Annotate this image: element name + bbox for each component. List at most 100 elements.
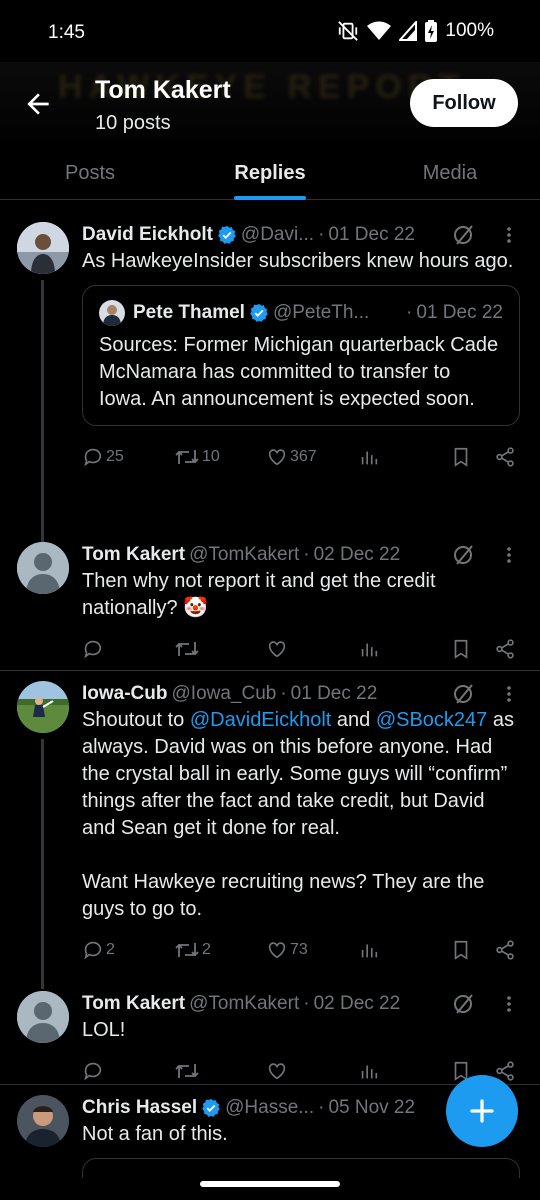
bookmark-button[interactable] [450,638,494,660]
grok-icon[interactable] [452,682,476,706]
mention-link[interactable]: @SBock247 [376,709,487,731]
views-button[interactable] [358,446,450,468]
quoted-tweet-partial[interactable] [82,1158,520,1178]
tab-posts[interactable]: Posts [0,150,180,199]
like-button[interactable]: 367 [266,446,358,468]
share-button[interactable] [494,446,516,468]
share-button[interactable] [494,638,516,660]
profile-header: HAWKEYE REPORT Tom Kakert 10 posts Follo… [0,62,540,150]
more-options-icon[interactable] [498,544,520,566]
retweet-button[interactable]: 2 [174,939,266,961]
reply-button[interactable]: 25 [82,446,174,468]
tweet-date: 02 Dec 22 [313,993,401,1014]
views-button[interactable] [358,1060,450,1082]
avatar[interactable] [17,1095,69,1147]
tweet-text: As HawkeyeInsider subscribers knew hours… [82,250,514,272]
more-options-icon[interactable] [498,993,520,1015]
reply-button[interactable]: 2 [82,939,174,961]
reply-icon [84,448,102,467]
analytics-icon [361,944,378,958]
grok-icon[interactable] [452,992,476,1016]
tweet[interactable]: Tom Kakert @TomKakert · 02 Dec 22 LOL! [0,989,540,1084]
more-options-icon[interactable] [498,683,520,705]
retweet-icon [175,450,199,464]
heart-icon [268,942,286,959]
mention-link[interactable]: @DavidEickholt [190,709,331,731]
quoted-author-handle: @PeteTh... [272,302,370,323]
author-name[interactable]: Tom Kakert [82,993,185,1015]
avatar[interactable] [17,222,69,274]
profile-name: Tom Kakert [95,76,231,104]
like-button[interactable] [266,1060,358,1082]
quoted-date: 01 Dec 22 [416,302,503,323]
avatar[interactable] [17,681,69,733]
tweet-date: 01 Dec 22 [290,683,378,704]
author-name[interactable]: Iowa-Cub [82,683,168,705]
reply-icon [84,1062,102,1081]
grok-icon[interactable] [452,543,476,567]
author-name[interactable]: Tom Kakert [82,544,185,566]
retweet-button[interactable] [174,1060,266,1082]
status-icons: 100% [337,20,494,42]
battery-percent: 100% [445,20,494,41]
views-button[interactable] [358,939,450,961]
tweet-date: 01 Dec 22 [328,224,416,245]
verified-badge-icon [218,225,236,244]
bookmark-icon [454,940,468,960]
reply-icon [84,640,102,659]
replies-feed: David Eickholt @Davi... · 01 Dec 22 As H… [0,210,540,1185]
bookmark-button[interactable] [450,939,494,961]
author-name[interactable]: David Eickholt [82,224,213,246]
author-handle: @Hasse... [225,1097,315,1118]
tab-media[interactable]: Media [360,150,540,199]
tweet[interactable]: David Eickholt @Davi... · 01 Dec 22 As H… [0,210,540,542]
follow-button[interactable]: Follow [410,79,518,127]
analytics-icon [361,451,378,465]
reply-button[interactable] [82,1060,174,1082]
tweet-header: Iowa-Cub @Iowa_Cub · 01 Dec 22 [82,681,520,707]
verified-badge-icon [250,303,268,322]
status-bar: 1:45 100% [0,0,540,62]
grok-icon[interactable] [452,223,476,247]
like-button[interactable]: 73 [266,939,358,961]
battery-charging-icon [425,20,438,42]
tweet-actions: 2 2 73 [82,933,520,967]
bookmark-button[interactable] [450,446,494,468]
heart-icon [268,1063,286,1080]
quoted-author-name: Pete Thamel [133,302,245,323]
tweet-date: 05 Nov 22 [328,1097,416,1118]
quoted-tweet[interactable]: Pete Thamel @PeteTh... · 01 Dec 22 Sourc… [82,285,520,426]
views-button[interactable] [358,638,450,660]
tweet-text: Then why not report it and get the credi… [82,570,436,619]
quoted-avatar [99,300,125,326]
bookmark-icon [454,447,468,467]
active-tab-indicator [234,196,306,200]
author-name[interactable]: Chris Hassel [82,1097,197,1119]
author-handle: @Davi... [240,224,315,245]
share-button[interactable] [494,939,516,961]
reply-button[interactable] [82,638,174,660]
tweet[interactable]: Tom Kakert @TomKakert · 02 Dec 22 Then w… [0,540,540,670]
tweet-text: LOL! [82,1019,126,1041]
heart-icon [268,641,286,658]
gesture-navigation-bar[interactable] [200,1181,340,1187]
avatar-default[interactable] [17,991,69,1043]
analytics-icon [361,643,378,657]
tweet-actions [82,632,520,666]
tweet-actions: 25 10 367 [82,440,520,474]
retweet-button[interactable] [174,638,266,660]
tweet-actions [82,1054,520,1088]
tweet-header: David Eickholt @Davi... · 01 Dec 22 [82,222,520,248]
arrow-left-icon [27,93,49,115]
tweet[interactable]: Iowa-Cub @Iowa_Cub · 01 Dec 22 Shoutout … [0,671,540,989]
more-options-icon[interactable] [498,224,520,246]
avatar-default[interactable] [17,542,69,594]
author-handle: @Iowa_Cub [171,683,277,704]
compose-button[interactable] [446,1075,518,1147]
thread-line [41,739,44,989]
retweet-button[interactable]: 10 [174,446,266,468]
back-button[interactable] [22,88,54,120]
vibrate-off-icon [338,21,359,41]
like-button[interactable] [266,638,358,660]
tab-replies[interactable]: Replies [180,150,360,200]
